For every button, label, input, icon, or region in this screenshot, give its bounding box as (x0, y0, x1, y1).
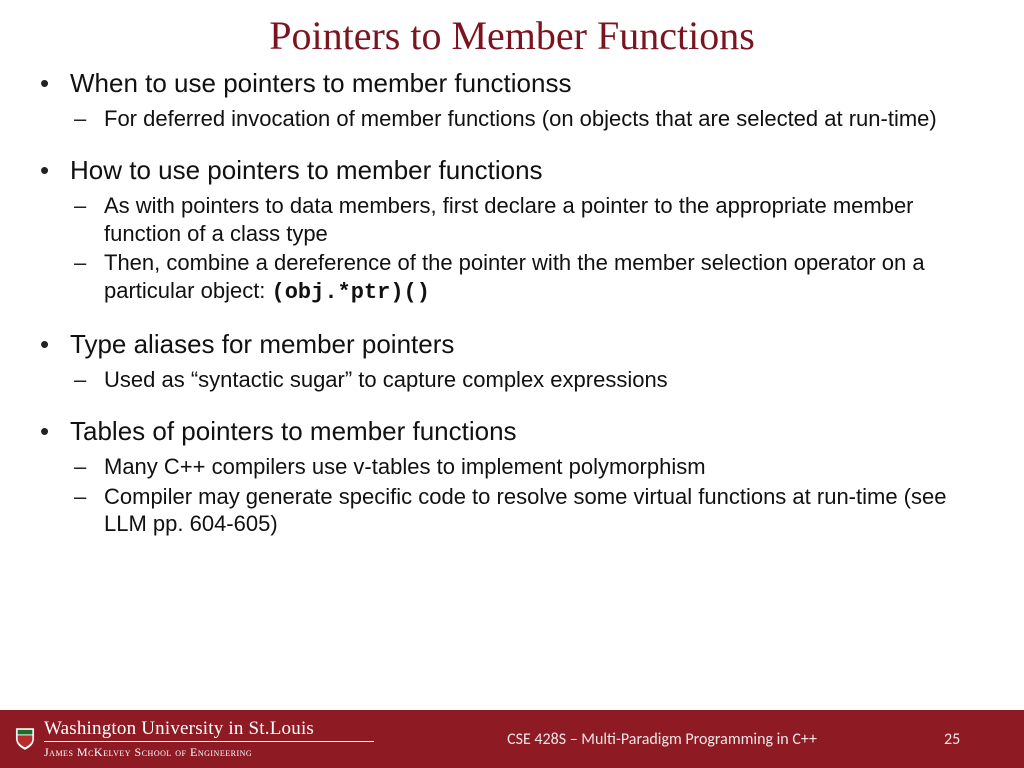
code-snippet: (obj.*ptr)() (272, 280, 430, 305)
slide: Pointers to Member Functions • When to u… (0, 0, 1024, 768)
bullet-item: • How to use pointers to member function… (40, 154, 992, 306)
slide-content: • When to use pointers to member functio… (0, 67, 1024, 538)
dash-marker: – (74, 192, 104, 220)
bullet-marker: • (40, 154, 70, 188)
bullet-heading: Tables of pointers to member functions (70, 415, 517, 448)
sub-text: Then, combine a dereference of the point… (104, 249, 992, 306)
sub-text: For deferred invocation of member functi… (104, 105, 937, 133)
bullet-heading: When to use pointers to member functions… (70, 67, 571, 100)
shield-icon (14, 726, 36, 752)
bullet-marker: • (40, 328, 70, 362)
sub-text: Many C++ compilers use v-tables to imple… (104, 453, 706, 481)
bullet-item: • Type aliases for member pointers – Use… (40, 328, 992, 393)
sub-item: – Many C++ compilers use v-tables to imp… (40, 453, 992, 481)
course-label: CSE 428S – Multi-Paradigm Programming in… (380, 730, 944, 749)
bullet-item: • When to use pointers to member functio… (40, 67, 992, 132)
sub-text: As with pointers to data members, first … (104, 192, 992, 247)
sub-text: Compiler may generate specific code to r… (104, 483, 992, 538)
dash-marker: – (74, 483, 104, 511)
page-number: 25 (944, 730, 1024, 749)
bullet-item: • Tables of pointers to member functions… (40, 415, 992, 537)
sub-item: – For deferred invocation of member func… (40, 105, 992, 133)
bullet-marker: • (40, 415, 70, 449)
sub-text: Used as “syntactic sugar” to capture com… (104, 366, 668, 394)
school-name: James McKelvey School of Engineering (44, 745, 374, 760)
dash-marker: – (74, 453, 104, 481)
university-name: Washington University in St.Louis (44, 719, 374, 738)
footer-brand: Washington University in St.Louis James … (0, 719, 380, 760)
dash-marker: – (74, 105, 104, 133)
dash-marker: – (74, 249, 104, 277)
bullet-marker: • (40, 67, 70, 101)
bullet-heading: Type aliases for member pointers (70, 328, 454, 361)
sub-item: – Used as “syntactic sugar” to capture c… (40, 366, 992, 394)
dash-marker: – (74, 366, 104, 394)
slide-footer: Washington University in St.Louis James … (0, 710, 1024, 768)
bullet-heading: How to use pointers to member functions (70, 154, 543, 187)
sub-item: – Then, combine a dereference of the poi… (40, 249, 992, 306)
sub-item: – As with pointers to data members, firs… (40, 192, 992, 247)
slide-title: Pointers to Member Functions (0, 0, 1024, 67)
divider (44, 741, 374, 742)
sub-item: – Compiler may generate specific code to… (40, 483, 992, 538)
